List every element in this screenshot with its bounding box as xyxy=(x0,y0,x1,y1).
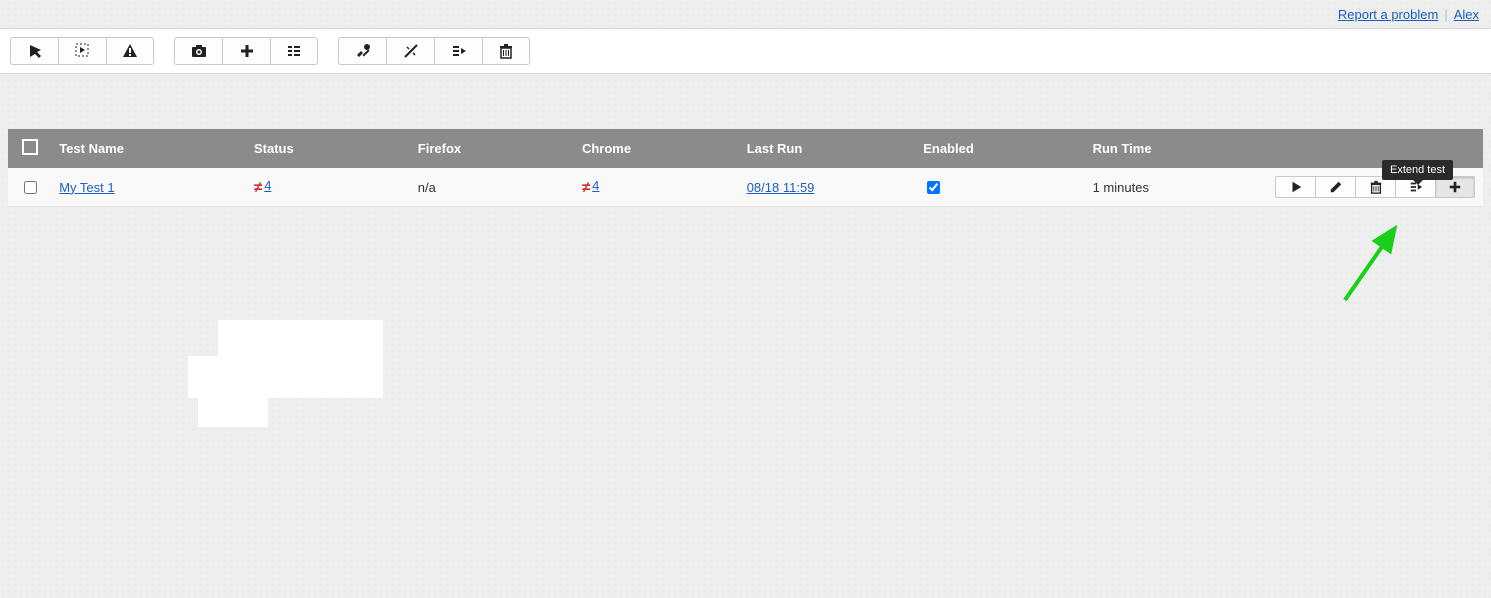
sparkle-slash-icon xyxy=(403,43,419,59)
col-firefox: Firefox xyxy=(410,129,574,168)
table-row: My Test 1≠4n/a≠408/18 11:591 minutes xyxy=(8,168,1483,207)
warning-icon xyxy=(122,43,138,59)
trash-icon xyxy=(1369,180,1383,194)
col-chrome: Chrome xyxy=(574,129,739,168)
report-problem-link[interactable]: Report a problem xyxy=(1338,7,1438,22)
tests-table-wrap: Test Name Status Firefox Chrome Last Run… xyxy=(8,129,1483,207)
toolbar-group xyxy=(338,37,530,65)
main-toolbar xyxy=(0,28,1491,74)
col-run-time: Run Time xyxy=(1085,129,1267,168)
col-select xyxy=(8,129,51,168)
select-all-checkbox[interactable] xyxy=(22,139,38,155)
enabled-checkbox[interactable] xyxy=(927,181,940,194)
warnings-button[interactable] xyxy=(106,37,154,65)
user-bar: Report a problem | Alex xyxy=(0,0,1491,28)
redaction-mask xyxy=(188,356,383,398)
chrome-count-link[interactable]: 4 xyxy=(592,178,599,193)
run-time-cell: 1 minutes xyxy=(1093,180,1149,195)
extend-test-tooltip: Extend test xyxy=(1382,160,1453,180)
test-name-link[interactable]: My Test 1 xyxy=(59,180,114,195)
camera-icon xyxy=(191,43,207,59)
pencil-icon xyxy=(1329,180,1343,194)
plus-icon xyxy=(239,43,255,59)
firefox-cell: n/a xyxy=(418,180,436,195)
play-dashed-icon xyxy=(75,43,91,59)
redaction-mask xyxy=(218,320,383,362)
not-equal-icon: ≠ xyxy=(254,179,262,196)
tools-button[interactable] xyxy=(338,37,386,65)
play-button[interactable] xyxy=(10,37,58,65)
row-play-button[interactable] xyxy=(1275,176,1315,198)
user-menu-link[interactable]: Alex xyxy=(1454,7,1479,22)
insert-step-button[interactable] xyxy=(270,37,318,65)
col-status: Status xyxy=(246,129,410,168)
col-test-name: Test Name xyxy=(51,129,246,168)
play-icon xyxy=(1289,180,1303,194)
trash-icon xyxy=(498,43,514,59)
row-edit-button[interactable] xyxy=(1315,176,1355,198)
redaction-mask xyxy=(198,395,268,427)
tests-table: Test Name Status Firefox Chrome Last Run… xyxy=(8,129,1483,207)
export-list-button[interactable] xyxy=(434,37,482,65)
toolbar-group xyxy=(10,37,154,65)
col-enabled: Enabled xyxy=(915,129,1084,168)
list-arrow-right-icon xyxy=(451,43,467,59)
col-last-run: Last Run xyxy=(739,129,916,168)
row-select-checkbox[interactable] xyxy=(24,181,37,194)
list-indent-icon xyxy=(286,43,302,59)
not-equal-icon: ≠ xyxy=(582,179,590,196)
wrench-screwdriver-icon xyxy=(355,43,371,59)
table-header-row: Test Name Status Firefox Chrome Last Run… xyxy=(8,129,1483,168)
userbar-separator: | xyxy=(1444,7,1447,22)
screenshot-button[interactable] xyxy=(174,37,222,65)
add-button[interactable] xyxy=(222,37,270,65)
last-run-link[interactable]: 08/18 11:59 xyxy=(747,180,815,195)
play-selection-button[interactable] xyxy=(58,37,106,65)
delete-button[interactable] xyxy=(482,37,530,65)
annotation-arrow xyxy=(1335,210,1415,310)
status-count-link[interactable]: 4 xyxy=(264,178,271,193)
plus-icon xyxy=(1448,180,1462,194)
toolbar-group xyxy=(174,37,318,65)
play-cursor-icon xyxy=(27,43,43,59)
clear-cache-button[interactable] xyxy=(386,37,434,65)
